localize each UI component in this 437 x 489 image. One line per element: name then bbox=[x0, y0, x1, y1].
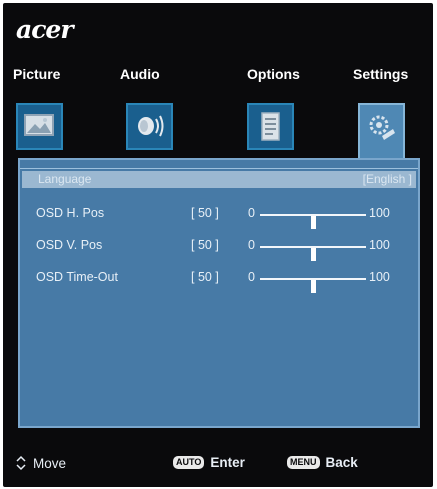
move-hint: Move bbox=[15, 455, 66, 471]
osd-v-pos-value: [ 50 ] bbox=[191, 238, 219, 252]
osd-time-out-label: OSD Time-Out bbox=[36, 270, 118, 284]
osd-time-out-slider[interactable] bbox=[260, 278, 366, 293]
picture-icon bbox=[24, 114, 54, 136]
osd-h-pos-max: 100 bbox=[369, 206, 390, 220]
move-label: Move bbox=[33, 455, 67, 471]
osd-time-out-value: [ 50 ] bbox=[191, 270, 219, 284]
back-label: Back bbox=[325, 455, 358, 470]
settings-panel: Language [English ] OSD H. Pos [ 50 ] 0 … bbox=[18, 158, 420, 428]
auto-key-badge: AUTO bbox=[173, 456, 205, 469]
acer-logo: acer bbox=[16, 15, 73, 44]
osd-v-pos-row[interactable]: OSD V. Pos [ 50 ] 0 100 bbox=[20, 238, 418, 261]
tab-bar: Picture Audio Options Settings bbox=[3, 66, 433, 86]
settings-tab-button[interactable] bbox=[358, 103, 405, 163]
up-down-arrows-icon bbox=[16, 455, 26, 471]
osd-time-out-max: 100 bbox=[369, 270, 390, 284]
enter-hint: AUTO Enter bbox=[173, 455, 245, 470]
back-hint: MENU Back bbox=[287, 455, 358, 470]
audio-icon bbox=[138, 115, 164, 137]
language-row[interactable]: Language [English ] bbox=[22, 171, 416, 188]
language-label: Language bbox=[38, 172, 92, 186]
footer-help-bar: Move AUTO Enter MENU Back bbox=[3, 455, 433, 475]
options-tab-button[interactable] bbox=[247, 103, 294, 150]
osd-v-pos-slider[interactable] bbox=[260, 246, 366, 261]
osd-h-pos-slider[interactable] bbox=[260, 214, 366, 229]
osd-v-pos-max: 100 bbox=[369, 238, 390, 252]
tab-options[interactable]: Options bbox=[247, 66, 300, 82]
osd-h-pos-value: [ 50 ] bbox=[191, 206, 219, 220]
audio-tab-button[interactable] bbox=[126, 103, 173, 150]
language-value: [English ] bbox=[362, 172, 412, 186]
tab-settings[interactable]: Settings bbox=[353, 66, 408, 82]
osd-v-pos-label: OSD V. Pos bbox=[36, 238, 103, 252]
menu-key-badge: MENU bbox=[287, 456, 320, 469]
osd-time-out-row[interactable]: OSD Time-Out [ 50 ] 0 100 bbox=[20, 270, 418, 293]
osd-time-out-slider-thumb[interactable] bbox=[310, 280, 316, 293]
tab-picture[interactable]: Picture bbox=[13, 66, 60, 82]
osd-h-pos-min: 0 bbox=[248, 206, 255, 220]
panel-divider bbox=[20, 168, 418, 169]
settings-icon bbox=[369, 115, 395, 140]
osd-h-pos-row[interactable]: OSD H. Pos [ 50 ] 0 100 bbox=[20, 206, 418, 229]
osd-v-pos-slider-thumb[interactable] bbox=[310, 248, 316, 261]
osd-window: acer Picture Audio Options Settings Lang… bbox=[3, 3, 433, 487]
osd-v-pos-min: 0 bbox=[248, 238, 255, 252]
enter-label: Enter bbox=[210, 455, 245, 470]
picture-tab-button[interactable] bbox=[16, 103, 63, 150]
options-icon bbox=[261, 112, 280, 141]
osd-time-out-min: 0 bbox=[248, 270, 255, 284]
osd-h-pos-label: OSD H. Pos bbox=[36, 206, 105, 220]
osd-h-pos-slider-thumb[interactable] bbox=[310, 216, 316, 229]
tab-audio[interactable]: Audio bbox=[120, 66, 160, 82]
